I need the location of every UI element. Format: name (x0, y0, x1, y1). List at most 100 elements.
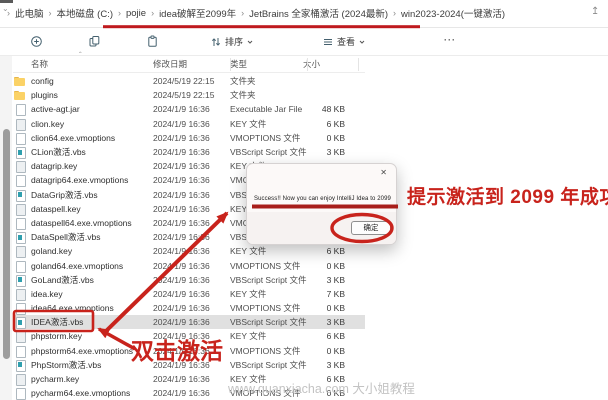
file-size: 6 KB (303, 246, 347, 256)
file-explorer-window: ⌄ ›此电脑›本地磁盘 (C:)›pojie›idea破解至2099年›JetB… (0, 0, 608, 400)
breadcrumb-item[interactable]: win2023-2024(一键激活) (401, 6, 505, 20)
file-name: dataspell.key (31, 204, 153, 214)
table-row[interactable]: config 2024/5/19 22:15 文件夹 (13, 74, 365, 88)
key-icon (14, 118, 26, 130)
view-button[interactable]: 查看 (322, 35, 366, 48)
file-size: 0 KB (303, 346, 347, 356)
copy-icon (88, 35, 101, 48)
dialog-message: Success!! Now you can enjoy IntelliJ Ide… (254, 196, 391, 202)
address-bar-right-icon[interactable]: ↥ (591, 6, 599, 17)
chevron-down-icon (246, 38, 254, 46)
column-divider (358, 58, 359, 71)
scrollbar-track[interactable] (0, 56, 12, 400)
file-size: 6 KB (303, 331, 347, 341)
breadcrumb-item[interactable]: 本地磁盘 (C:) (57, 6, 113, 20)
file-date: 2024/1/9 16:36 (153, 161, 230, 171)
paste-button[interactable] (146, 35, 159, 48)
breadcrumb-item[interactable]: idea破解至2099年 (159, 6, 236, 20)
ok-button[interactable]: 确定 (351, 221, 391, 235)
file-date: 2024/1/9 16:36 (153, 119, 230, 129)
file-name: goland64.exe.vmoptions (31, 261, 153, 271)
vmoptions-icon (14, 345, 26, 357)
file-size: 7 KB (303, 289, 347, 299)
vmoptions-icon (14, 302, 26, 314)
file-name: pycharm64.exe.vmoptions (31, 388, 153, 398)
table-row[interactable]: CLion激活.vbs 2024/1/9 16:36 VBScript Scri… (13, 145, 365, 159)
file-name: pycharm.key (31, 374, 153, 384)
file-size: 0 KB (303, 303, 347, 313)
breadcrumb-bar: ⌄ ›此电脑›本地磁盘 (C:)›pojie›idea破解至2099年›JetB… (0, 0, 608, 28)
double-click-note-annotation: 双击激活 (131, 332, 223, 366)
chevron-right-icon: › (7, 8, 10, 18)
chevron-right-icon: › (49, 8, 52, 18)
file-type: VBScript Script 文件 (230, 274, 303, 286)
sort-ascending-icon: ˆ (79, 51, 82, 60)
jar-icon (14, 103, 26, 115)
vmoptions-icon (14, 132, 26, 144)
explorer-toolbar: 排序 查看 ··· (0, 28, 608, 56)
column-header-size[interactable]: 大小 (303, 58, 347, 70)
file-type: VBScript Script 文件 (230, 146, 303, 158)
column-header-type[interactable]: 类型 (230, 58, 303, 70)
table-row[interactable]: goland.key 2024/1/9 16:36 KEY 文件 6 KB (13, 244, 365, 258)
table-row[interactable]: clion.key 2024/1/9 16:36 KEY 文件 6 KB (13, 117, 365, 131)
watermark: www.quanxiacha.com 大小姐教程 (228, 378, 415, 397)
close-icon[interactable]: ✕ (380, 168, 387, 177)
column-divider (307, 58, 308, 71)
table-row[interactable]: plugins 2024/5/19 22:15 文件夹 (13, 88, 365, 102)
file-name: DataSpell激活.vbs (31, 231, 153, 243)
file-name: config (31, 76, 153, 86)
chevron-right-icon: › (393, 8, 396, 18)
key-icon (14, 245, 26, 257)
success-note-annotation: 提示激活到 2099 年成功 (407, 182, 608, 209)
file-name: active-agt.jar (31, 104, 153, 114)
file-size: 3 KB (303, 317, 347, 327)
table-row[interactable]: active-agt.jar 2024/1/9 16:36 Executable… (13, 102, 365, 116)
copy-button[interactable] (88, 35, 101, 48)
more-options-button[interactable]: ··· (444, 35, 456, 45)
key-icon (14, 330, 26, 342)
table-row[interactable]: clion64.exe.vmoptions 2024/1/9 16:36 VMO… (13, 131, 365, 145)
window-edge (0, 0, 13, 3)
vbs-icon (14, 274, 26, 286)
sort-label: 排序 (225, 35, 243, 48)
new-item-button[interactable] (30, 35, 43, 48)
sort-button[interactable]: 排序 (210, 35, 254, 48)
table-row[interactable]: goland64.exe.vmoptions 2024/1/9 16:36 VM… (13, 258, 365, 272)
file-size: 0 KB (303, 133, 347, 143)
breadcrumb-item[interactable]: JetBrains 全家桶激活 (2024最新) (249, 6, 388, 20)
file-date: 2024/1/9 16:36 (153, 175, 230, 185)
vmoptions-icon (14, 217, 26, 229)
vmoptions-icon (14, 260, 26, 272)
scrollbar-thumb[interactable] (3, 129, 10, 359)
file-name: DataGrip激活.vbs (31, 189, 153, 201)
table-row[interactable]: IDEA激活.vbs 2024/1/9 16:36 VBScript Scrip… (13, 315, 365, 329)
vbs-icon (14, 231, 26, 243)
table-row[interactable]: idea64.exe.vmoptions 2024/1/9 16:36 VMOP… (13, 301, 365, 315)
file-name: plugins (31, 90, 153, 100)
file-type: VMOPTIONS 文件 (230, 260, 303, 272)
file-type: 文件夹 (230, 75, 303, 87)
file-size: 6 KB (303, 119, 347, 129)
file-date: 2024/1/9 16:36 (153, 246, 230, 256)
file-date: 2024/5/19 22:15 (153, 90, 230, 100)
file-type: KEY 文件 (230, 288, 303, 300)
breadcrumb-item[interactable]: 此电脑 (15, 6, 44, 20)
view-lines-icon (322, 36, 334, 48)
key-icon (14, 160, 26, 172)
vbs-icon (14, 316, 26, 328)
file-name: dataspell64.exe.vmoptions (31, 218, 153, 228)
breadcrumb-item[interactable]: pojie (126, 8, 146, 19)
table-row[interactable]: GoLand激活.vbs 2024/1/9 16:36 VBScript Scr… (13, 273, 365, 287)
file-name: idea64.exe.vmoptions (31, 303, 153, 313)
file-name: idea.key (31, 289, 153, 299)
column-header-date[interactable]: 修改日期 (153, 58, 230, 70)
table-row[interactable]: idea.key 2024/1/9 16:36 KEY 文件 7 KB (13, 287, 365, 301)
file-date: 2024/1/9 16:36 (153, 289, 230, 299)
key-icon (14, 288, 26, 300)
file-type: KEY 文件 (230, 118, 303, 130)
column-header-name[interactable]: 名称 (31, 58, 153, 70)
vmoptions-icon (14, 174, 26, 186)
chevron-right-icon: › (151, 8, 154, 18)
sort-arrows-icon (210, 36, 222, 48)
